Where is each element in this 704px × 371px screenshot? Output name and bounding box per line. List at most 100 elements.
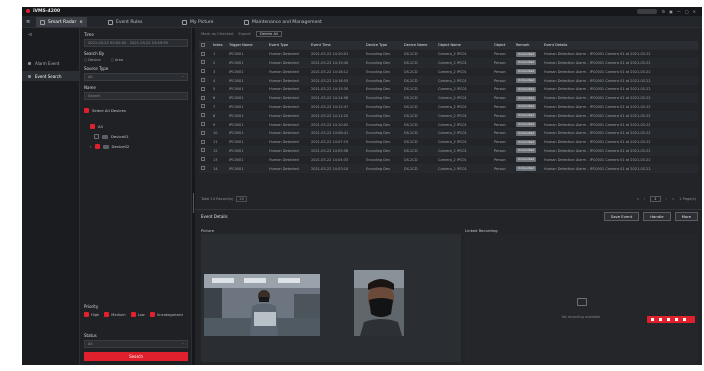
row-checkbox[interactable] [199, 102, 211, 112]
column-header[interactable]: Object [492, 41, 514, 51]
row-checkbox[interactable] [199, 111, 211, 121]
table-row[interactable]: 5 IPC0001 Human Detected 2021-03-22 14:15:3… [199, 84, 698, 95]
checkbox-icon[interactable] [201, 51, 205, 56]
expand-icon[interactable]: › [90, 144, 92, 149]
tab-event-rules[interactable]: Event Rules [104, 17, 146, 27]
row-checkbox[interactable] [199, 164, 211, 174]
table-row[interactable]: 7 IPC0001 Human Detected 2021-03-22 14:12:4… [199, 102, 698, 112]
checkbox-icon[interactable] [201, 113, 205, 118]
checkbox-icon[interactable] [201, 95, 205, 100]
save-event-button[interactable]: Save Event [603, 212, 640, 221]
last-page-icon[interactable]: » [672, 197, 674, 201]
checkbox-icon[interactable] [201, 86, 205, 91]
lock-icon[interactable]: ▣ [669, 9, 673, 14]
captured-scene-image[interactable] [204, 274, 320, 336]
tree-item-device01[interactable]: Device01 [94, 134, 129, 139]
checkbox-icon[interactable] [201, 148, 205, 153]
radio-device[interactable]: Device [84, 58, 100, 62]
row-checkbox[interactable] [199, 58, 211, 68]
play-icon[interactable] [651, 318, 654, 321]
more-button[interactable]: More [674, 212, 698, 221]
column-header[interactable]: Object Name [436, 41, 492, 51]
column-header[interactable]: Event Type [267, 41, 309, 51]
checkbox-icon[interactable] [201, 157, 205, 162]
select-all-checkbox[interactable] [199, 41, 211, 51]
source-type-select[interactable]: All [84, 73, 188, 81]
tab-smart-radar[interactable]: Smart Radar × [36, 17, 88, 27]
column-header[interactable]: Index [211, 41, 227, 51]
column-header[interactable]: Trigger Name [227, 41, 267, 51]
checkbox-icon[interactable] [201, 130, 205, 135]
row-checkbox[interactable] [199, 137, 211, 148]
search-button[interactable]: Search [84, 352, 188, 361]
checkbox-icon[interactable] [201, 104, 205, 109]
priority-low[interactable]: Low [130, 312, 145, 317]
row-checkbox[interactable] [199, 84, 211, 95]
table-row[interactable]: 13 IPC0001 Human Detected 2021-03-22 14:04:… [199, 155, 698, 165]
menu-icon[interactable]: ≡ [26, 19, 32, 25]
radio-area[interactable]: Area [111, 58, 123, 62]
row-checkbox[interactable] [199, 146, 211, 156]
mark-checked-button[interactable]: Mark as Checked [201, 31, 233, 36]
column-header[interactable]: Device Name [402, 41, 436, 51]
collapse-icon[interactable]: ⊲ [28, 32, 32, 38]
table-row[interactable]: 9 IPC0001 Human Detected 2021-03-22 14:10:0… [199, 120, 698, 130]
column-header[interactable]: Event Details [542, 41, 698, 51]
row-checkbox[interactable] [199, 49, 211, 60]
select-all-devices[interactable]: Select All Devices [84, 108, 126, 113]
stop-icon[interactable] [659, 318, 662, 321]
checkbox-icon[interactable] [201, 166, 205, 171]
table-row[interactable]: 14 IPC0001 Human Detected 2021-03-22 14:03:… [199, 164, 698, 174]
table-row[interactable]: 6 IPC0001 Human Detected 2021-03-22 14:14:0… [199, 93, 698, 104]
row-checkbox[interactable] [199, 93, 211, 104]
table-row[interactable]: 3 IPC0001 Human Detected 2021-03-22 14:18:1… [199, 67, 698, 77]
fullscreen-icon[interactable] [683, 318, 686, 321]
status-select[interactable]: All [84, 340, 188, 348]
first-page-icon[interactable]: « [637, 197, 639, 201]
priority-medium[interactable]: Medium [104, 312, 126, 317]
page-size-select[interactable]: 20 [236, 196, 247, 202]
current-page[interactable]: 1 [650, 196, 661, 202]
close-tab-icon[interactable]: × [79, 20, 83, 25]
column-header[interactable]: Remark [514, 41, 542, 51]
checkbox-icon[interactable] [201, 139, 205, 144]
user-menu[interactable] [637, 9, 658, 14]
capture-icon[interactable] [667, 318, 670, 321]
export-button[interactable]: Export [238, 31, 250, 36]
table-row[interactable]: 1 IPC0001 Human Detected 2021-03-22 14:20:0… [199, 49, 698, 60]
tree-item-all[interactable]: All [90, 124, 103, 129]
prev-page-icon[interactable]: ‹ [644, 197, 645, 201]
next-page-icon[interactable]: › [666, 197, 667, 201]
volume-icon[interactable] [675, 318, 678, 321]
checkbox-icon[interactable] [201, 122, 205, 127]
priority-uncategorized[interactable]: Uncategorized [149, 312, 183, 317]
name-search-input[interactable]: Search [84, 92, 188, 100]
checkbox-icon[interactable] [201, 78, 205, 83]
priority-high[interactable]: High [84, 312, 99, 317]
checkbox-icon[interactable] [201, 42, 205, 47]
row-checkbox[interactable] [199, 67, 211, 77]
minimize-icon[interactable]: — [677, 9, 681, 14]
row-checkbox[interactable] [199, 155, 211, 165]
splitter-handle[interactable] [193, 193, 194, 213]
table-row[interactable]: 4 IPC0001 Human Detected 2021-03-22 14:16:5… [199, 76, 698, 86]
tab-maintenance[interactable]: Maintenance and Management [240, 17, 326, 27]
checkbox-icon[interactable] [201, 69, 205, 74]
table-row[interactable]: 8 IPC0001 Human Detected 2021-03-22 14:11:2… [199, 111, 698, 121]
table-row[interactable]: 12 IPC0001 Human Detected 2021-03-22 14:05:… [199, 146, 698, 156]
tab-my-picture[interactable]: My Picture [178, 17, 217, 27]
row-checkbox[interactable] [199, 76, 211, 86]
table-row[interactable]: 10 IPC0001 Human Detected 2021-03-22 14:08:… [199, 128, 698, 139]
maximize-icon[interactable]: □ [685, 9, 689, 14]
checkbox-icon[interactable] [201, 60, 205, 65]
playback-control-bar[interactable] [647, 316, 695, 323]
sidebar-item-alarm-event[interactable]: Alarm Event [22, 58, 80, 68]
close-icon[interactable]: ✕ [693, 9, 696, 14]
column-header[interactable]: Device Type [364, 41, 402, 51]
settings-icon[interactable]: ⚙ [661, 9, 665, 14]
table-row[interactable]: 2 IPC0001 Human Detected 2021-03-22 14:19:4… [199, 58, 698, 68]
delete-all-button[interactable]: Delete All [255, 30, 283, 37]
tree-item-device02[interactable]: › Device02 [90, 144, 129, 149]
time-range-input[interactable]: 2021-03-22 00:00:00 - 2021-03-22 23:59:5… [84, 39, 188, 47]
captured-face-image[interactable] [354, 270, 404, 336]
